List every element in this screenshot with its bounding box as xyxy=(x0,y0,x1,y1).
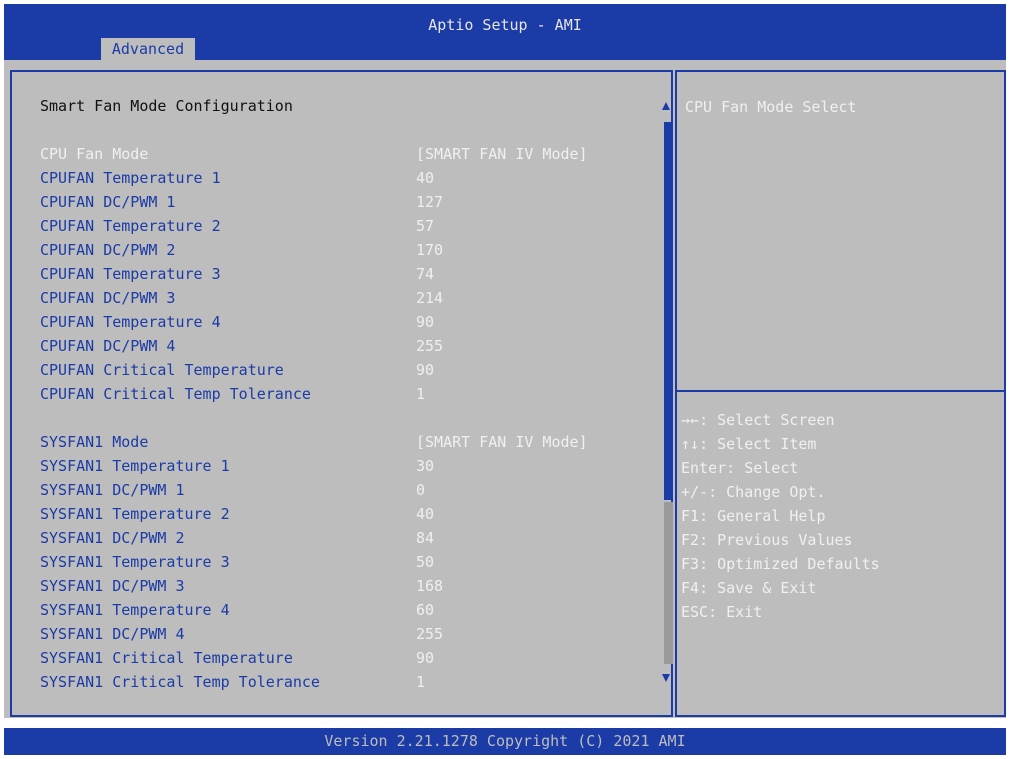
cpufan-pwm-2-label[interactable]: CPUFAN DC/PWM 2 xyxy=(40,240,175,260)
sysfan1-temp-1-value[interactable]: 30 xyxy=(416,456,434,476)
key-f3: F3: Optimized Defaults xyxy=(681,555,880,573)
sysfan1-pwm-2-value[interactable]: 84 xyxy=(416,528,434,548)
cpu-fan-mode-value[interactable]: [SMART FAN IV Mode] xyxy=(416,144,588,164)
key-f4: F4: Save & Exit xyxy=(681,579,817,597)
help-divider xyxy=(677,390,1004,392)
scroll-down-arrow-icon[interactable] xyxy=(662,674,670,682)
key-enter: Enter: Select xyxy=(681,459,799,477)
key-change-opt: +/-: Change Opt. xyxy=(681,483,826,501)
cpufan-pwm-1-label[interactable]: CPUFAN DC/PWM 1 xyxy=(40,192,175,212)
cpufan-temp-3-label[interactable]: CPUFAN Temperature 3 xyxy=(40,264,221,284)
sysfan1-pwm-1-value[interactable]: 0 xyxy=(416,480,425,500)
key-select-screen: →←: Select Screen xyxy=(681,411,835,429)
app-title: Aptio Setup - AMI xyxy=(428,16,582,34)
cpufan-temp-3-value[interactable]: 74 xyxy=(416,264,434,284)
cpufan-pwm-1-value[interactable]: 127 xyxy=(416,192,443,212)
sysfan1-pwm-4-label[interactable]: SYSFAN1 DC/PWM 4 xyxy=(40,624,185,644)
sysfan1-temp-3-label[interactable]: SYSFAN1 Temperature 3 xyxy=(40,552,230,572)
cpufan-critical-tolerance-label[interactable]: CPUFAN Critical Temp Tolerance xyxy=(40,384,311,404)
sysfan1-critical-tolerance-value[interactable]: 1 xyxy=(416,672,425,692)
cpufan-temp-2-label[interactable]: CPUFAN Temperature 2 xyxy=(40,216,221,236)
scrollbar-thumb[interactable] xyxy=(664,122,673,500)
sysfan1-pwm-3-value[interactable]: 168 xyxy=(416,576,443,596)
cpufan-pwm-4-label[interactable]: CPUFAN DC/PWM 4 xyxy=(40,336,175,356)
key-select-item: ↑↓: Select Item xyxy=(681,435,817,453)
cpufan-temp-1-value[interactable]: 40 xyxy=(416,168,434,188)
title-bar: Aptio Setup - AMI Advanced xyxy=(4,4,1006,60)
cpufan-critical-temp-label[interactable]: CPUFAN Critical Temperature xyxy=(40,360,284,380)
sysfan1-temp-3-value[interactable]: 50 xyxy=(416,552,434,572)
cpufan-pwm-3-value[interactable]: 214 xyxy=(416,288,443,308)
key-esc: ESC: Exit xyxy=(681,603,763,621)
arrows-up-down-icon: ↑↓ xyxy=(681,435,700,453)
settings-panel: Smart Fan Mode Configuration CPU Fan Mod… xyxy=(10,70,673,717)
key-f2: F2: Previous Values xyxy=(681,531,853,549)
sysfan1-temp-2-label[interactable]: SYSFAN1 Temperature 2 xyxy=(40,504,230,524)
cpufan-critical-temp-value[interactable]: 90 xyxy=(416,360,434,380)
scroll-up-arrow-icon[interactable] xyxy=(662,102,670,110)
cpufan-temp-4-value[interactable]: 90 xyxy=(416,312,434,332)
sysfan1-mode-value[interactable]: [SMART FAN IV Mode] xyxy=(416,432,588,452)
sysfan1-temp-4-value[interactable]: 60 xyxy=(416,600,434,620)
help-panel: CPU Fan Mode Select →←: Select Screen ↑↓… xyxy=(675,70,1006,717)
key-legend: →←: Select Screen ↑↓: Select Item Enter:… xyxy=(681,408,880,624)
key-f1: F1: General Help xyxy=(681,507,826,525)
version-footer: Version 2.21.1278 Copyright (C) 2021 AMI xyxy=(4,728,1006,755)
sysfan1-temp-4-label[interactable]: SYSFAN1 Temperature 4 xyxy=(40,600,230,620)
cpu-fan-mode-label[interactable]: CPU Fan Mode xyxy=(40,144,148,164)
sysfan1-critical-temp-value[interactable]: 90 xyxy=(416,648,434,668)
cpufan-pwm-2-value[interactable]: 170 xyxy=(416,240,443,260)
help-title: CPU Fan Mode Select xyxy=(685,98,857,116)
cpufan-temp-2-value[interactable]: 57 xyxy=(416,216,434,236)
sysfan1-pwm-4-value[interactable]: 255 xyxy=(416,624,443,644)
sysfan1-critical-tolerance-label[interactable]: SYSFAN1 Critical Temp Tolerance xyxy=(40,672,320,692)
cpufan-pwm-3-label[interactable]: CPUFAN DC/PWM 3 xyxy=(40,288,175,308)
section-title: Smart Fan Mode Configuration xyxy=(40,97,293,115)
sysfan1-critical-temp-label[interactable]: SYSFAN1 Critical Temperature xyxy=(40,648,293,668)
sysfan1-mode-label[interactable]: SYSFAN1 Mode xyxy=(40,432,148,452)
cpufan-pwm-4-value[interactable]: 255 xyxy=(416,336,443,356)
cpufan-temp-1-label[interactable]: CPUFAN Temperature 1 xyxy=(40,168,221,188)
cpufan-critical-tolerance-value[interactable]: 1 xyxy=(416,384,425,404)
sysfan1-pwm-1-label[interactable]: SYSFAN1 DC/PWM 1 xyxy=(40,480,185,500)
main-content: Smart Fan Mode Configuration CPU Fan Mod… xyxy=(4,60,1006,718)
sysfan1-pwm-2-label[interactable]: SYSFAN1 DC/PWM 2 xyxy=(40,528,185,548)
sysfan1-temp-1-label[interactable]: SYSFAN1 Temperature 1 xyxy=(40,456,230,476)
arrows-left-right-icon: →← xyxy=(681,411,700,429)
sysfan1-temp-2-value[interactable]: 40 xyxy=(416,504,434,524)
scrollbar-track[interactable] xyxy=(664,502,673,664)
tab-advanced[interactable]: Advanced xyxy=(101,38,195,60)
sysfan1-pwm-3-label[interactable]: SYSFAN1 DC/PWM 3 xyxy=(40,576,185,596)
cpufan-temp-4-label[interactable]: CPUFAN Temperature 4 xyxy=(40,312,221,332)
